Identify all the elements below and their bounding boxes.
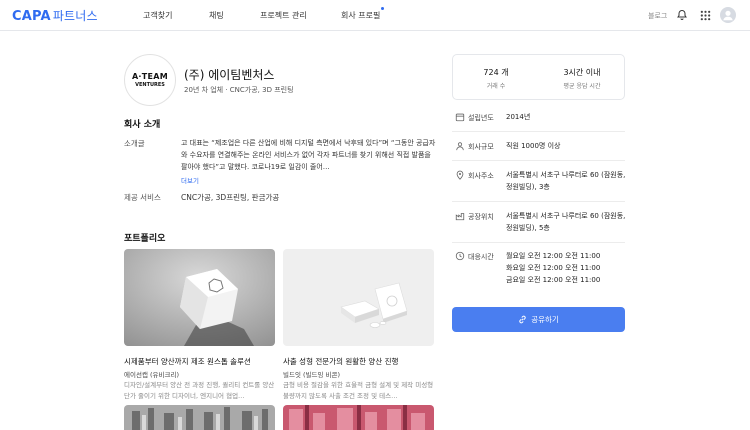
apps-grid-icon[interactable] [700,10,711,21]
portfolio-title: 시제품부터 양산까지 제조 원스톱 솔루션 [124,357,251,366]
link-icon [519,315,526,324]
nav-company-profile[interactable]: 회사 프로필 [341,7,385,21]
company-logo: A·TEAM VENTURES [124,54,176,106]
nav-chat[interactable]: 채팅 [209,10,224,21]
read-more-link[interactable]: 더보기 [181,175,199,185]
address-label: 회사주소 [468,172,494,180]
divider [452,131,625,132]
portfolio-subtitle: 빌드잇 (빌드잉 비콘) [283,371,341,379]
share-button[interactable]: 공유하기 [452,307,625,332]
factory-icon [455,213,465,221]
company-meta: 20년 차 업체 · CNC가공, 3D 프린팅 [184,86,294,94]
size-value: 직원 1000명 이상 [506,142,561,150]
people-icon [456,142,464,151]
company-name: (주) 에이팀벤처스 [184,68,275,82]
services-value: CNC가공, 3D프린팅, 판금가공 [181,193,280,202]
top-nav: CAPA 파트너스 고객찾기 채팅 프로젝트 관리 회사 프로필 블로그 [0,0,750,31]
stats-card: 724 개 거래 수 3시간 이내 평균 응답 시간 [452,54,625,100]
stat-response-time: 3시간 이내 평균 응답 시간 [563,68,601,90]
calendar-icon [455,113,465,122]
nav-find-clients[interactable]: 고객찾기 [143,10,172,21]
location-pin-icon [456,170,464,180]
founded-value: 2014년 [506,113,531,121]
portfolio-image-white-boxes [283,249,434,346]
factory-value: 서울특별시 서초구 나루터로 60 (잠원동, 정원빌딩), 5층 [506,212,626,232]
hours-value: 월요일 오전 12:00 오전 11:00 화요일 오전 12:00 오전 11… [506,252,601,284]
portfolio-subtitle: 에이선캡 (유비크리) [124,371,179,379]
avatar[interactable] [720,7,736,23]
portfolio-image-machinery[interactable] [124,405,275,430]
founded-label: 설립년도 [468,114,494,122]
intro-text: 고 대표는 “제조업은 다른 산업에 비해 디지털 측면에서 낙후돼 있다”며 … [181,139,436,171]
portfolio-image-hex-device [124,249,275,346]
portfolio-description: 디자인/설계부터 양산 전 과정 진행, 퀄리티 컨트롤 양산 단가 줄이기 위… [124,381,275,400]
portfolio-card[interactable]: 시제품부터 양산까지 제조 원스톱 솔루션 에이선캡 (유비크리) 디자인/설계… [124,249,275,400]
bell-icon[interactable] [676,9,688,21]
nav-blog[interactable]: 블로그 [648,11,667,21]
new-dot [381,7,385,10]
divider [452,160,625,161]
intro-label: 소개글 [124,139,145,148]
clock-icon [455,251,465,261]
size-label: 회사규모 [468,143,494,151]
capa-logo[interactable]: CAPA 파트너스 [12,7,98,24]
services-label: 제공 서비스 [124,193,161,202]
section-title-portfolio: 포트폴리오 [124,234,166,244]
portfolio-card[interactable]: 사출 성형 전문가의 원활한 양산 진행 빌드잇 (빌드잉 비콘) 금형 비용 … [283,249,434,400]
section-title-intro: 회사 소개 [124,120,161,130]
divider [452,201,625,202]
hours-label: 대응시간 [468,253,494,261]
portfolio-image-pink-machine[interactable] [283,405,434,430]
address-value: 서울특별시 서초구 나루터로 60 (잠원동, 정원빌딩), 3층 [506,171,626,191]
portfolio-title: 사출 성형 전문가의 원활한 양산 진행 [283,357,399,366]
portfolio-description: 금형 비용 절감을 위한 효율적 금형 설계 및 제작 미성형 불량까지 많도록… [283,381,434,400]
nav-project-management[interactable]: 프로젝트 관리 [260,10,307,21]
factory-label: 공장위치 [468,213,494,221]
divider [452,242,625,243]
stat-deals: 724 개 거래 수 [483,68,509,90]
